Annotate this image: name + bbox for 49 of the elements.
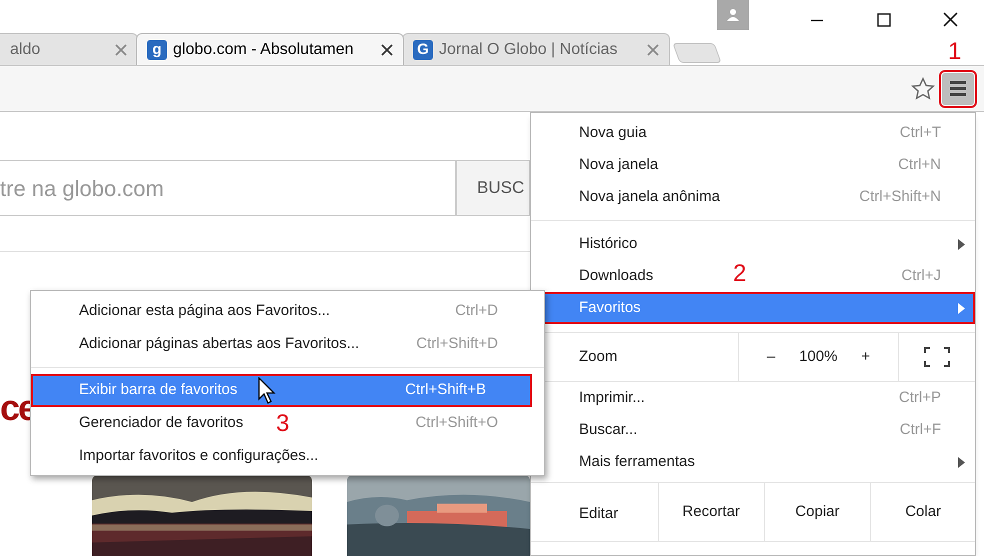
browser-tab[interactable]: G Jornal O Globo | Notícias [402, 33, 670, 65]
shortcut-text: Ctrl+Shift+N [859, 186, 941, 207]
browser-tab[interactable]: aldo [0, 33, 138, 65]
step-number: 3 [276, 412, 290, 436]
zoom-in-button[interactable]: + [857, 346, 874, 368]
step-number: 1 [948, 40, 962, 64]
menu-item[interactable]: Mais ferramentas [579, 450, 695, 474]
shortcut-text: Ctrl+Shift+O [415, 413, 498, 434]
shortcut-text: Ctrl+F [900, 420, 941, 440]
menu-action-button[interactable]: Recortar [658, 483, 764, 541]
menu-item[interactable]: Nova janela [579, 154, 658, 176]
menu-action-button[interactable]: Colar [870, 483, 975, 541]
menu-item[interactable]: Adicionar páginas abertas aos Favoritos... [79, 333, 360, 356]
menu-label: Editar [578, 504, 620, 524]
tab-title: aldo [10, 40, 42, 60]
star-icon[interactable] [910, 76, 936, 102]
menu-item[interactable]: Nova janela anônima [579, 186, 720, 208]
close-icon[interactable] [943, 12, 958, 27]
shortcut-text: Ctrl+D [455, 301, 498, 322]
shortcut-text: Ctrl+Shift+D [416, 334, 498, 354]
menu-item[interactable]: Imprimir... [579, 386, 645, 410]
menu-item[interactable]: Adicionar esta página aos Favoritos... [79, 300, 330, 323]
menu-item[interactable]: Nova guia [579, 122, 647, 144]
zoom-out-button[interactable]: – [762, 346, 780, 368]
maximize-icon[interactable] [876, 12, 890, 26]
menu-item[interactable]: Downloads [579, 264, 654, 288]
shortcut-text: Ctrl+N [898, 154, 941, 175]
menu-item[interactable]: Importar favoritos e configurações... [79, 445, 318, 468]
menu-item[interactable]: Buscar... [579, 418, 638, 442]
tab-title: globo.com - Absolutamen [173, 40, 355, 60]
menu-item[interactable]: Exibir barra de favoritos Ctrl+Shift+B [31, 374, 532, 407]
menu-label: Zoom [578, 346, 618, 367]
shortcut-text: Ctrl+P [898, 388, 941, 408]
shortcut-text: Ctrl+T [900, 122, 941, 143]
menu-button[interactable] [942, 72, 974, 104]
menu-item[interactable]: Gerenciador de favoritos [79, 412, 244, 435]
cursor-icon [258, 377, 276, 405]
step-number: 2 [733, 262, 746, 286]
search-button[interactable]: BUSC [456, 160, 530, 216]
shortcut-text: Ctrl+J [901, 266, 941, 286]
fullscreen-icon[interactable] [924, 347, 950, 367]
menu-action-button[interactable]: Copiar [764, 483, 870, 541]
favicon-icon: G [413, 40, 433, 60]
zoom-level: 100% [799, 346, 838, 367]
browser-tab[interactable]: g globo.com - Absolutamen [136, 33, 404, 65]
favicon-icon: g [147, 40, 167, 60]
tab-title: Jornal O Globo | Notícias [439, 40, 618, 60]
menu-item[interactable]: Histórico [579, 232, 638, 256]
close-icon[interactable] [381, 44, 393, 56]
